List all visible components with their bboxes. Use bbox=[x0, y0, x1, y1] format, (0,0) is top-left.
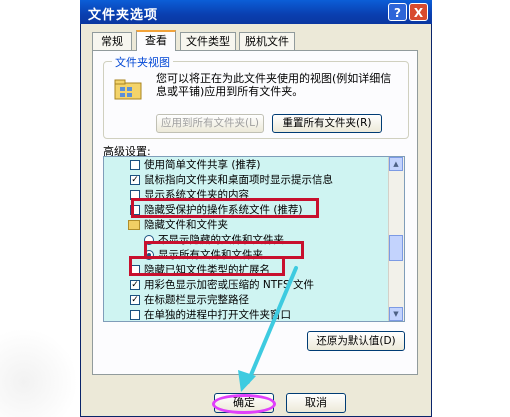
folder-icon bbox=[128, 220, 140, 230]
tab-general[interactable]: 常规 bbox=[92, 32, 132, 50]
window-title: 文件夹选项 bbox=[88, 8, 159, 23]
advanced-settings-list[interactable]: 使用简单文件共享 (推荐) ✓ 鼠标指向文件夹和桌面项时显示提示信息 显示系统文… bbox=[103, 156, 405, 322]
list-item-label: 用彩色显示加密或压缩的 NTFS 文件 bbox=[144, 279, 314, 291]
highlight-hide-protected-files bbox=[131, 198, 319, 218]
list-item[interactable]: 使用简单文件共享 (推荐) bbox=[104, 158, 390, 173]
list-item-label: 在单独的进程中打开文件夹窗口 bbox=[144, 309, 291, 321]
checkbox[interactable]: ✓ bbox=[130, 175, 140, 185]
folder-view-legend: 文件夹视图 bbox=[112, 54, 173, 70]
list-item[interactable]: ✓ 鼠标指向文件夹和桌面项时显示提示信息 bbox=[104, 173, 390, 188]
tab-file-types[interactable]: 文件类型 bbox=[180, 32, 236, 50]
scroll-thumb[interactable] bbox=[389, 235, 403, 261]
background-glow bbox=[0, 330, 80, 417]
scroll-down-button[interactable]: ▼ bbox=[389, 307, 403, 321]
ok-button-circle-annotation bbox=[212, 394, 276, 414]
list-item-label: 隐藏文件和文件夹 bbox=[144, 219, 228, 231]
list-item[interactable]: ✓ 在标题栏显示完整路径 bbox=[104, 293, 390, 308]
list-item-label: 在标题栏显示完整路径 bbox=[144, 294, 249, 306]
highlight-hide-extensions bbox=[129, 256, 285, 276]
list-item-label: 使用简单文件共享 (推荐) bbox=[144, 159, 261, 171]
scroll-up-button[interactable]: ▲ bbox=[389, 157, 403, 171]
folder-view-description: 您可以将正在为此文件夹使用的视图(例如详细信息或平铺)应用到所有文件夹。 bbox=[156, 72, 392, 98]
vertical-scrollbar[interactable]: ▲ ▼ bbox=[388, 157, 404, 321]
close-button[interactable]: X bbox=[409, 3, 428, 21]
list-item: 隐藏文件和文件夹 bbox=[104, 218, 390, 233]
title-bar[interactable]: 文件夹选项 ? X bbox=[80, 0, 432, 24]
list-item-label: 鼠标指向文件夹和桌面项时显示提示信息 bbox=[144, 174, 333, 186]
checkbox[interactable] bbox=[130, 310, 140, 320]
reset-all-folders-button[interactable]: 重置所有文件夹(R) bbox=[272, 114, 382, 133]
tab-view[interactable]: 查看 bbox=[136, 30, 176, 51]
list-item[interactable]: ✓ 用彩色显示加密或压缩的 NTFS 文件 bbox=[104, 278, 390, 293]
checkbox[interactable]: ✓ bbox=[130, 295, 140, 305]
apply-to-all-folders-button[interactable]: 应用到所有文件夹(L) bbox=[156, 114, 264, 133]
folder-view-group: 文件夹视图 您可以将正在为此文件夹使用的视图(例如详细信息或平铺)应用到所有文件… bbox=[103, 54, 409, 139]
help-button[interactable]: ? bbox=[388, 3, 407, 21]
checkbox[interactable]: ✓ bbox=[130, 280, 140, 290]
list-item[interactable]: 在单独的进程中打开文件夹窗口 bbox=[104, 308, 390, 321]
folder-view-icon bbox=[114, 79, 142, 100]
checkbox[interactable] bbox=[130, 160, 140, 170]
restore-defaults-button[interactable]: 还原为默认值(D) bbox=[307, 331, 405, 351]
cancel-button[interactable]: 取消 bbox=[286, 393, 346, 413]
tab-offline-files[interactable]: 脱机文件 bbox=[239, 32, 295, 50]
